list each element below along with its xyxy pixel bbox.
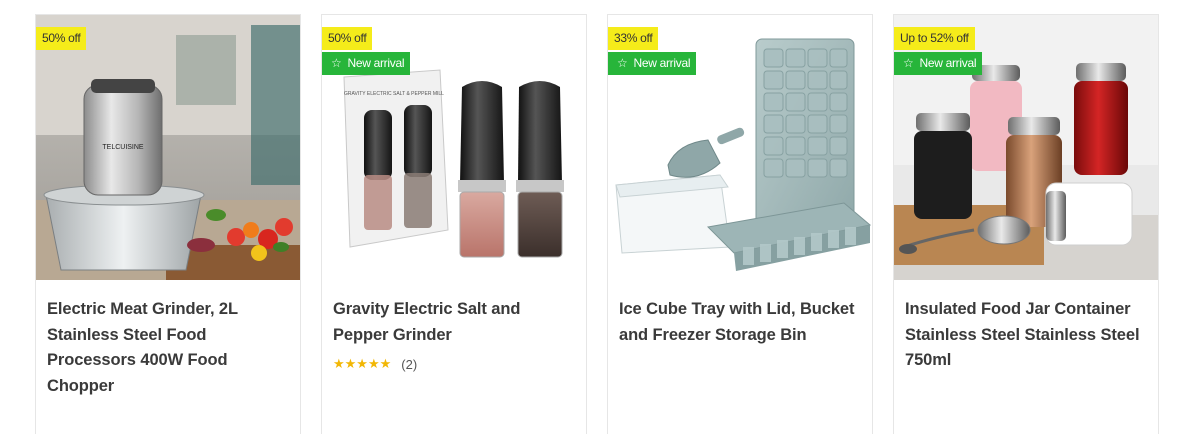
new-arrival-label: New arrival <box>633 56 691 70</box>
new-arrival-label: New arrival <box>919 56 977 70</box>
star-outline-icon: ☆ <box>903 56 914 70</box>
brand-logo-text: TELCUISINE <box>102 144 144 151</box>
rating-stars-icon: ★★★★★ <box>333 356 392 371</box>
product-rating: ★★★★★ (2) <box>333 356 417 372</box>
review-count: (2) <box>401 356 418 372</box>
discount-badge: Up to 52% off <box>894 27 975 50</box>
box-label-text: GRAVITY ELECTRIC SALT & PEPPER MILL <box>344 91 444 97</box>
product-title[interactable]: Gravity Electric Salt and Pepper Grinder <box>333 297 578 348</box>
star-outline-icon: ☆ <box>331 56 342 70</box>
product-card-meat-grinder[interactable]: TELCUISINE 50% off Electric Meat Grinder… <box>35 14 301 434</box>
product-title[interactable]: Insulated Food Jar Container Stainless S… <box>905 297 1150 374</box>
product-title[interactable]: Ice Cube Tray with Lid, Bucket and Freez… <box>619 297 864 348</box>
product-image-meat-grinder[interactable]: TELCUISINE <box>36 15 300 280</box>
product-title[interactable]: Electric Meat Grinder, 2L Stainless Stee… <box>47 297 292 399</box>
new-arrival-badge: ☆ New arrival <box>322 52 411 75</box>
new-arrival-label: New arrival <box>347 56 405 70</box>
star-outline-icon: ☆ <box>617 56 628 70</box>
discount-badge: 50% off <box>322 27 373 50</box>
product-card-salt-pepper-grinder[interactable]: GRAVITY ELECTRIC SALT & PEPPER MILL 50% … <box>321 14 587 434</box>
product-card-food-jar[interactable]: Up to 52% off ☆ New arrival Insulated Foo… <box>893 14 1159 434</box>
new-arrival-badge: ☆ New arrival <box>894 52 983 75</box>
discount-badge: 50% off <box>36 27 87 50</box>
new-arrival-badge: ☆ New arrival <box>608 52 697 75</box>
product-card-ice-cube-tray[interactable]: 33% off ☆ New arrival Ice Cube Tray with … <box>607 14 873 434</box>
discount-badge: 33% off <box>608 27 659 50</box>
product-grid: TELCUISINE 50% off Electric Meat Grinder… <box>0 0 1200 434</box>
